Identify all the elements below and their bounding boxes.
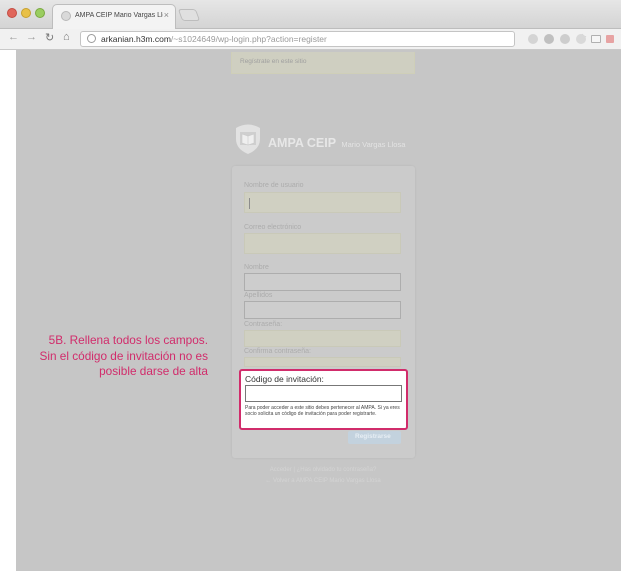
text-cursor — [249, 198, 250, 209]
extension-icon[interactable] — [528, 34, 538, 44]
new-tab-button[interactable] — [177, 9, 201, 21]
extension-icon[interactable] — [560, 34, 570, 44]
address-bar[interactable]: arkanian.h3m.com/~s1024649/wp-login.php?… — [80, 31, 587, 47]
surname-field[interactable] — [244, 301, 401, 319]
back-arrow-icon[interactable]: ← — [8, 31, 19, 43]
url-path: /~s1024649/wp-login.php?action=register — [170, 34, 327, 44]
home-icon[interactable]: ⌂ — [63, 31, 70, 43]
logo-title: AMPA CEIP — [268, 136, 336, 150]
window-icon[interactable] — [591, 35, 601, 43]
invitation-code-help: Para poder acceder a este sitio debes pe… — [245, 405, 400, 417]
url-text: arkanian.h3m.com/~s1024649/wp-login.php?… — [101, 34, 327, 44]
globe-icon — [61, 11, 71, 21]
window-maximize-button[interactable] — [35, 8, 45, 18]
left-margin — [0, 50, 16, 571]
browser-toolbar: ← → ↻ ⌂ arkanian.h3m.com/~s1024649/wp-lo… — [0, 29, 621, 50]
school-shield-logo-icon — [236, 124, 260, 154]
name-label: Nombre — [244, 264, 269, 271]
screenshot: AMPA CEIP Mario Vargas Llo × ← → ↻ ⌂ ark… — [0, 0, 621, 571]
back-to-site-link[interactable]: ← Volver a AMPA CEIP Mario Vargas Llosa — [230, 476, 416, 487]
instruction-annotation: 5B. Rellena todos los campos. Sin el cód… — [14, 333, 208, 380]
login-lost-password-link[interactable]: Acceder | ¿Has olvidado tu contraseña? — [230, 465, 416, 476]
reload-icon[interactable]: ↻ — [45, 31, 54, 44]
annotation-line: Sin el código de invitación no es — [39, 348, 208, 363]
register-button-label: Registrarse — [355, 433, 391, 440]
site-logo-text: AMPA CEIP Mario Vargas Llosa — [268, 136, 405, 150]
extension-icon[interactable] — [576, 34, 586, 44]
browser-tab[interactable]: AMPA CEIP Mario Vargas Llo × — [52, 4, 176, 29]
password-field[interactable] — [244, 330, 401, 347]
logo-subtitle: Mario Vargas Llosa — [341, 140, 406, 149]
register-button[interactable]: Registrarse — [348, 431, 401, 444]
login-links: Acceder | ¿Has olvidado tu contraseña? ←… — [230, 465, 416, 487]
close-icon[interactable]: × — [164, 10, 169, 20]
browser-tab-bar: AMPA CEIP Mario Vargas Llo × — [0, 0, 621, 29]
annotation-line: 5B. Rellena todos los campos. — [48, 333, 208, 347]
email-label: Correo electrónico — [244, 224, 302, 231]
extension-icon[interactable] — [544, 34, 554, 44]
annotation-line: posible darse de alta — [99, 364, 208, 378]
username-label: Nombre de usuario — [244, 182, 304, 189]
username-field[interactable] — [244, 192, 401, 213]
email-field[interactable] — [244, 233, 401, 254]
name-field[interactable] — [244, 273, 401, 291]
register-message-box: Regístrate en este sitio — [231, 52, 415, 74]
forward-arrow-icon[interactable]: → — [26, 31, 37, 43]
register-message: Regístrate en este sitio — [240, 58, 307, 65]
invitation-code-label: Código de invitación: — [245, 374, 324, 384]
invitation-code-highlight: Código de invitación: Para poder acceder… — [239, 369, 408, 430]
page-info-icon[interactable] — [87, 34, 96, 43]
extension-icon[interactable] — [606, 35, 614, 43]
invitation-code-field[interactable] — [245, 385, 402, 402]
url-host: arkanian.h3m.com — [101, 34, 171, 44]
surname-label: Apellidos — [244, 292, 273, 299]
window-minimize-button[interactable] — [21, 8, 31, 18]
password-label: Contraseña: — [244, 321, 283, 328]
confirm-password-field[interactable] — [244, 357, 401, 367]
confirm-password-label: Confirma contraseña: — [244, 348, 311, 355]
tab-title: AMPA CEIP Mario Vargas Llo — [75, 12, 163, 19]
window-close-button[interactable] — [7, 8, 17, 18]
